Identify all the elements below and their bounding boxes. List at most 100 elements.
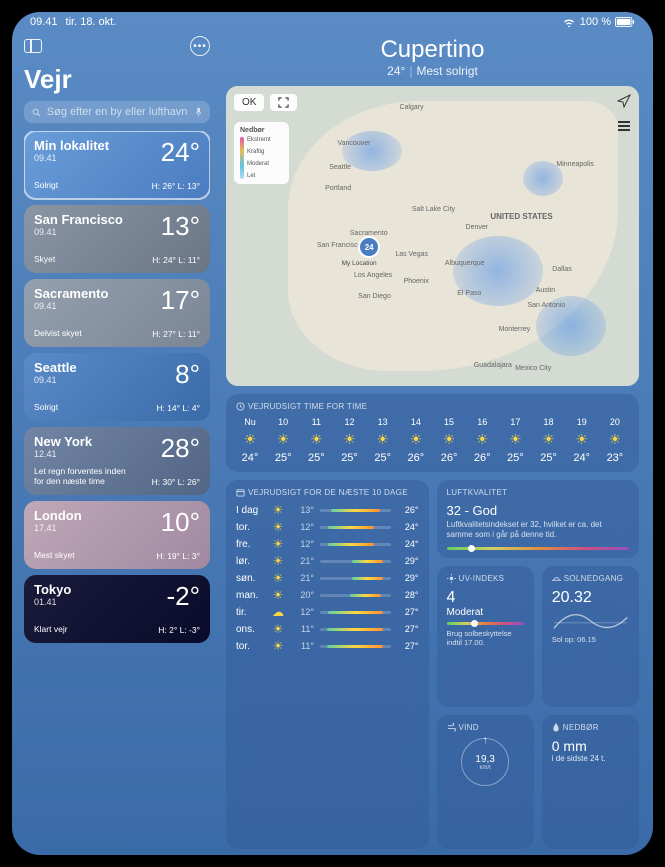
city-time: 09.41: [34, 227, 123, 237]
city-time: 01.41: [34, 597, 71, 607]
uv-scale: [447, 622, 524, 625]
city-time: 09.41: [34, 153, 109, 163]
mic-icon[interactable]: [195, 106, 202, 118]
sunset-icon: [552, 574, 561, 583]
sunset-value: 20.32: [552, 589, 629, 607]
sidebar: ••• Vejr Min lokalitet09.4124°SolrigtH: …: [12, 28, 222, 849]
weather-icon: ☀: [270, 537, 286, 551]
city-hilo: H: 2° L: -3°: [158, 625, 200, 635]
city-time: 09.41: [34, 301, 108, 311]
map-location-icon[interactable]: [617, 94, 631, 108]
city-name: Tokyo: [34, 583, 71, 597]
ten-day-forecast-panel[interactable]: VEJRUDSIGT FOR DE NÆSTE 10 DAGE I dag☀13…: [226, 480, 429, 849]
city-card-0[interactable]: Min lokalitet09.4124°SolrigtH: 26° L: 13…: [24, 131, 210, 199]
sun-icon: ☀: [443, 431, 456, 448]
sun-icon: ☀: [575, 431, 588, 448]
wind-panel[interactable]: VIND ↑ 19,3 km/t: [437, 715, 534, 849]
city-hilo: H: 27° L: 11°: [152, 329, 200, 339]
tenday-row-2: fre.☀12°24°: [236, 537, 419, 551]
precip-note: i de sidste 24 t.: [552, 754, 629, 763]
tenday-row-0: I dag☀13°26°: [236, 503, 419, 517]
main-content: Cupertino 24°|Mest solrigt Calgary Vanco…: [222, 28, 653, 849]
aq-header: LUFTKVALITET: [447, 488, 508, 497]
city-card-6[interactable]: Tokyo01.41-2°Klart vejrH: 2° L: -3°: [24, 575, 210, 643]
tenday-row-4: søn.☀21°29°: [236, 571, 419, 585]
hourly-item-9: 18☀25°: [535, 417, 563, 464]
clock-icon: [236, 402, 245, 411]
weather-icon: ☀: [270, 571, 286, 585]
tenday-row-7: ons.☀11°27°: [236, 622, 419, 636]
status-time: 09.41: [30, 16, 58, 28]
wifi-icon: [562, 17, 576, 27]
wind-compass: ↑ 19,3 km/t: [461, 738, 509, 786]
city-name: San Francisco: [34, 213, 123, 227]
search-icon: [32, 107, 41, 118]
city-temp: 17°: [161, 287, 200, 313]
city-card-5[interactable]: London17.4110°Mest skyetH: 19° L: 3°: [24, 501, 210, 569]
city-name: New York: [34, 435, 92, 449]
map-fullscreen-button[interactable]: [270, 94, 297, 111]
hourly-item-11: 20☀23°: [601, 417, 629, 464]
air-quality-panel[interactable]: LUFTKVALITET 32 - God Luftkvalitetsindek…: [437, 480, 640, 558]
city-card-4[interactable]: New York12.41 28° Let regn forventes inden…: [24, 427, 210, 495]
weather-icon: ☀: [270, 622, 286, 636]
city-condition: Delvist skyet: [34, 329, 82, 339]
sun-icon: ☀: [244, 431, 257, 448]
city-condition: Mest skyet: [34, 551, 75, 561]
sun-icon: ☀: [410, 431, 423, 448]
location-temp: 24°: [387, 64, 405, 78]
city-temp: 28°: [161, 435, 200, 461]
hourly-item-3: 12☀25°: [336, 417, 364, 464]
city-temp: 24°: [161, 139, 200, 165]
status-date: tir. 18. okt.: [66, 16, 117, 28]
hourly-header: VEJRUDSIGT TIME FOR TIME: [248, 402, 367, 411]
status-bar: 09.41 tir. 18. okt. 100 %: [12, 12, 653, 28]
hourly-item-6: 15☀26°: [435, 417, 463, 464]
city-time: 17.41: [34, 523, 82, 533]
city-temp: -2°: [166, 583, 200, 609]
city-condition: Solrigt: [34, 181, 58, 191]
tenday-row-1: tor.☀12°24°: [236, 520, 419, 534]
city-temp: 8°: [175, 361, 200, 387]
drop-icon: [552, 723, 560, 732]
city-condition: Let regn forventes inden for den næste t…: [34, 467, 129, 487]
city-card-3[interactable]: Seattle09.418°SolrigtH: 14° L: 4°: [24, 353, 210, 421]
city-hilo: H: 19° L: 3°: [156, 551, 200, 561]
weather-icon: ☀: [270, 503, 286, 517]
search-input[interactable]: [47, 106, 189, 118]
more-options-icon[interactable]: •••: [190, 36, 210, 56]
map-layers-icon[interactable]: [617, 120, 631, 132]
sunset-panel[interactable]: SOLNEDGANG 20.32 Sol op: 06.15: [542, 566, 639, 708]
map-my-location-pin[interactable]: 24: [358, 236, 380, 258]
aq-value: 32 - God: [447, 503, 630, 518]
battery-icon: [615, 17, 635, 27]
sun-icon: ☀: [509, 431, 522, 448]
location-header: Cupertino 24°|Mest solrigt: [226, 36, 639, 78]
city-card-2[interactable]: Sacramento09.41 17° Delvist skyet H: 27° L:…: [24, 279, 210, 347]
city-condition: Solrigt: [34, 403, 58, 413]
search-bar[interactable]: [24, 101, 210, 123]
city-card-1[interactable]: San Francisco09.4113°SkyetH: 24° L: 11°: [24, 205, 210, 273]
precipitation-panel[interactable]: NEDBØR 0 mm i de sidste 24 t.: [542, 715, 639, 849]
battery-text: 100 %: [580, 16, 611, 28]
hourly-forecast-panel[interactable]: VEJRUDSIGT TIME FOR TIME Nu☀24°10☀25°11☀…: [226, 394, 639, 472]
precipitation-map[interactable]: Calgary Vancouver Seattle Portland San F…: [226, 86, 639, 386]
city-name: Sacramento: [34, 287, 108, 301]
uv-index-panel[interactable]: UV-INDEKS 4 Moderat Brug solbeskyttelse …: [437, 566, 534, 708]
tenday-row-6: tir.☁12°27°: [236, 605, 419, 619]
city-hilo: H: 14° L: 4°: [156, 403, 200, 413]
map-legend: Nedbør Ekstremt Kraftig Moderat Let: [234, 122, 289, 184]
weather-icon: ☀: [270, 639, 286, 653]
wind-icon: [447, 723, 456, 732]
map-ok-button[interactable]: OK: [234, 94, 264, 111]
sun-icon: ☀: [277, 431, 290, 448]
tenday-row-5: man.☀20°28°: [236, 588, 419, 602]
sun-icon: ☀: [542, 431, 555, 448]
wind-arrow-icon: ↑: [483, 735, 488, 746]
sun-icon: ☀: [376, 431, 389, 448]
hourly-item-10: 19☀24°: [568, 417, 596, 464]
sidebar-toggle-icon[interactable]: [24, 39, 42, 53]
city-list[interactable]: Min lokalitet09.4124°SolrigtH: 26° L: 13…: [24, 131, 210, 643]
tenday-row-8: tor.☀11°27°: [236, 639, 419, 653]
city-time: 12.41: [34, 449, 92, 459]
